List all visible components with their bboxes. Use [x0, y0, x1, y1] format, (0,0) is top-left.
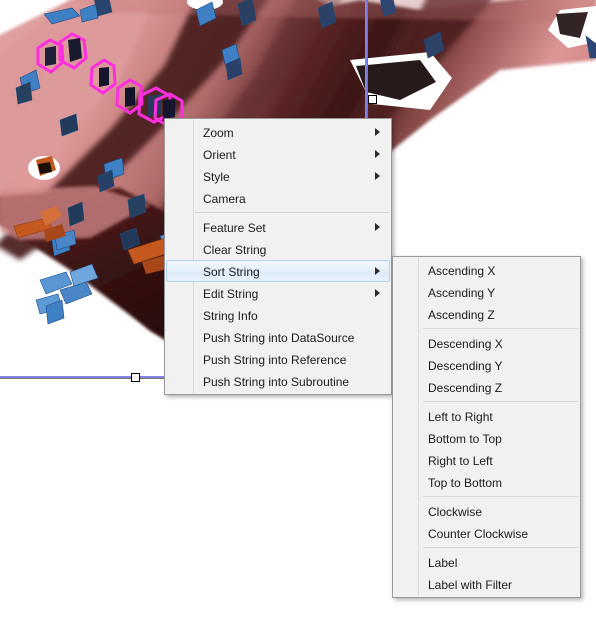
chevron-right-icon — [375, 289, 380, 297]
menu-item-label: Style — [203, 170, 230, 184]
submenu-separator — [423, 547, 578, 548]
submenu-item-descending-x[interactable]: Descending X — [394, 332, 579, 354]
submenu-item-label: Ascending X — [428, 264, 496, 278]
submenu-item-descending-z[interactable]: Descending Z — [394, 376, 579, 398]
submenu-item-left-to-right[interactable]: Left to Right — [394, 405, 579, 427]
submenu-separator — [423, 496, 578, 497]
chevron-right-icon — [375, 128, 380, 136]
submenu-item-ascending-y[interactable]: Ascending Y — [394, 281, 579, 303]
submenu-item-label: Right to Left — [428, 454, 493, 468]
submenu-item-bottom-to-top[interactable]: Bottom to Top — [394, 427, 579, 449]
menu-item-label: Orient — [203, 148, 236, 162]
submenu-item-ascending-x[interactable]: Ascending X — [394, 259, 579, 281]
menu-item-label: Camera — [203, 192, 246, 206]
submenu-item-top-to-bottom[interactable]: Top to Bottom — [394, 471, 579, 493]
submenu-item-label: Descending Z — [428, 381, 503, 395]
menu-item-push-string-into-reference[interactable]: Push String into Reference — [166, 348, 390, 370]
submenu-item-label: Clockwise — [428, 505, 483, 519]
submenu-item-label-with-filter[interactable]: Label with Filter — [394, 573, 579, 595]
menu-item-orient[interactable]: Orient — [166, 143, 390, 165]
chevron-right-icon — [375, 172, 380, 180]
string-context-menu[interactable]: Zoom Orient Style Camera Feature Set Cle… — [164, 118, 392, 395]
menu-item-label: Clear String — [203, 243, 267, 257]
menu-item-label: Feature Set — [203, 221, 266, 235]
context-menu-items: Zoom Orient Style Camera Feature Set Cle… — [165, 121, 391, 392]
menu-item-clear-string[interactable]: Clear String — [166, 238, 390, 260]
menu-item-zoom[interactable]: Zoom — [166, 121, 390, 143]
submenu-item-label: Ascending Z — [428, 308, 495, 322]
submenu-item-label: Ascending Y — [428, 286, 496, 300]
menu-item-sort-string[interactable]: Sort String — [166, 260, 390, 282]
submenu-item-label[interactable]: Label — [394, 551, 579, 573]
menu-item-label: String Info — [203, 309, 258, 323]
menu-item-edit-string[interactable]: Edit String — [166, 282, 390, 304]
submenu-item-counter-clockwise[interactable]: Counter Clockwise — [394, 522, 579, 544]
submenu-item-label: Label — [428, 556, 458, 570]
submenu-item-label: Descending X — [428, 337, 503, 351]
selection-handle-right[interactable] — [368, 95, 377, 104]
menu-item-camera[interactable]: Camera — [166, 187, 390, 209]
submenu-item-ascending-z[interactable]: Ascending Z — [394, 303, 579, 325]
selection-handle-bottom[interactable] — [131, 373, 140, 382]
sort-string-submenu[interactable]: Ascending X Ascending Y Ascending Z Desc… — [392, 256, 581, 598]
submenu-separator — [423, 328, 578, 329]
menu-item-label: Sort String — [203, 265, 260, 279]
menu-separator — [195, 212, 389, 213]
submenu-item-label: Left to Right — [428, 410, 493, 424]
menu-item-label: Edit String — [203, 287, 259, 301]
menu-item-label: Zoom — [203, 126, 234, 140]
menu-item-label: Push String into Subroutine — [203, 375, 350, 389]
submenu-item-label: Label with Filter — [428, 578, 513, 592]
submenu-separator — [423, 401, 578, 402]
submenu-item-right-to-left[interactable]: Right to Left — [394, 449, 579, 471]
chevron-right-icon — [375, 223, 380, 231]
menu-item-push-string-into-datasource[interactable]: Push String into DataSource — [166, 326, 390, 348]
submenu-item-label: Top to Bottom — [428, 476, 503, 490]
submenu-item-label: Counter Clockwise — [428, 527, 529, 541]
chevron-right-icon — [375, 150, 380, 158]
menu-item-push-string-into-subroutine[interactable]: Push String into Subroutine — [166, 370, 390, 392]
menu-item-label: Push String into Reference — [203, 353, 347, 367]
submenu-item-descending-y[interactable]: Descending Y — [394, 354, 579, 376]
menu-item-string-info[interactable]: String Info — [166, 304, 390, 326]
submenu-item-label: Bottom to Top — [428, 432, 502, 446]
menu-item-label: Push String into DataSource — [203, 331, 355, 345]
menu-item-feature-set[interactable]: Feature Set — [166, 216, 390, 238]
submenu-item-label: Descending Y — [428, 359, 503, 373]
menu-item-style[interactable]: Style — [166, 165, 390, 187]
submenu-item-clockwise[interactable]: Clockwise — [394, 500, 579, 522]
chevron-right-icon — [375, 267, 380, 275]
sort-submenu-items: Ascending X Ascending Y Ascending Z Desc… — [393, 259, 580, 595]
